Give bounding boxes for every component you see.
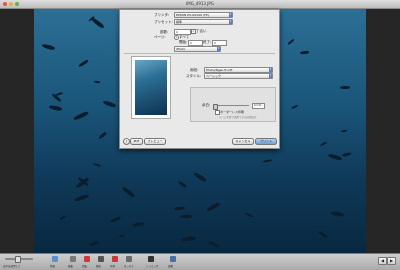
fish-silhouette (120, 185, 135, 199)
style-label: スタイル: (186, 74, 202, 78)
fish-silhouette (339, 85, 351, 89)
fish-silhouette (49, 105, 63, 112)
tool-7-label: 調整 (168, 265, 174, 268)
preset-popup[interactable]: 標準 ⇕ (174, 19, 233, 25)
chevron-updown-icon: ⇕ (229, 13, 232, 17)
divider (124, 53, 275, 54)
zoom-slider[interactable] (5, 256, 33, 263)
margin-slider-knob[interactable] (213, 103, 218, 110)
chevron-updown-icon: ⇕ (269, 74, 272, 78)
pages-to-label: 終了: (203, 40, 212, 44)
fish-silhouette (88, 239, 100, 247)
margin-slider[interactable] (213, 103, 249, 110)
printer-label: プリンタ: (154, 13, 170, 17)
fish-silhouette (299, 50, 310, 55)
fish-silhouette (330, 210, 345, 218)
chevron-updown-icon: ⇕ (269, 68, 272, 72)
fish-silhouette (263, 159, 273, 164)
tool-0-icon[interactable] (52, 256, 58, 262)
fish-silhouette (328, 153, 343, 161)
print-dialog: プリンタ: EPSON PX-G5100 (FP) ⇕ プリセット: 標準 ⇕ … (119, 9, 280, 149)
help-button[interactable]: ? (123, 138, 130, 145)
fish-silhouette (92, 162, 102, 168)
tool-6-label: トリミング (146, 265, 159, 268)
fish-silhouette (320, 141, 328, 147)
fish-silhouette (58, 215, 66, 221)
pages-label: ページ: (154, 35, 166, 39)
tool-3-label: 補正 (96, 265, 102, 268)
tool-3-icon[interactable] (98, 256, 104, 262)
left-margin (0, 9, 34, 253)
fish-silhouette (77, 59, 88, 68)
margin-field[interactable]: 0 mm (252, 103, 265, 109)
fish-silhouette (174, 206, 186, 211)
settings-panel: 余白: 0 mm ボーダーレス印刷 ページ全体で使用できる印刷設定 (190, 87, 276, 122)
page-preview (131, 56, 171, 119)
section-value: iPhoto (176, 47, 186, 51)
fish-silhouette (178, 180, 188, 189)
tool-5-icon[interactable] (126, 256, 132, 262)
zoom-label: 表示を使用して (3, 265, 21, 268)
right-margin (366, 9, 400, 253)
pdf-button[interactable]: PDF (130, 138, 143, 145)
fish-silhouette (208, 240, 221, 249)
margin-label: 余白: (202, 103, 211, 107)
fish-silhouette (245, 212, 254, 219)
fish-silhouette (93, 80, 100, 83)
fish-silhouette (341, 151, 352, 157)
preset-value: 標準 (176, 20, 183, 24)
tool-2-label: 回転 (82, 265, 88, 268)
fish-silhouette (193, 171, 208, 183)
tool-4-label: 赤目 (110, 265, 116, 268)
tool-2-icon[interactable] (84, 256, 90, 262)
cancel-button[interactable]: キャンセル (232, 138, 254, 145)
style-popup[interactable]: ベーシック ⇕ (204, 73, 273, 79)
preset-label: プリセット: (154, 20, 173, 24)
zoom-slider-knob[interactable] (15, 256, 21, 263)
collated-label: 丁合い (196, 29, 207, 33)
section-popup[interactable]: iPhoto ⇕ (174, 46, 221, 52)
fish-silhouette (317, 230, 328, 239)
fish-silhouette (205, 201, 221, 213)
fish-silhouette (110, 215, 122, 223)
fish-silhouette (119, 234, 126, 237)
preview-thumbnail (135, 60, 167, 115)
size-value: Photo/Ngan ft inft (206, 68, 233, 72)
next-button[interactable]: ▶ (387, 257, 396, 265)
fish-silhouette (290, 104, 298, 110)
pages-from-label: 開始: (179, 40, 188, 44)
bottom-toolbar: 表示を使用して 情報 編集 回転 補正 赤目 まっすぐ トリミング 調整 ◀ ▶ (0, 253, 400, 270)
fish-silhouette (179, 214, 192, 219)
fish-silhouette (180, 236, 196, 243)
tool-5-label: まっすぐ (124, 265, 134, 268)
fish-silhouette (73, 193, 90, 203)
tool-7-icon[interactable] (170, 256, 176, 262)
fish-silhouette (41, 43, 56, 51)
size-label: 用紙: (190, 68, 199, 72)
fish-silhouette (131, 222, 144, 228)
tool-4-icon[interactable] (112, 256, 118, 262)
window-titlebar: IMG_4913.JPG (0, 0, 400, 9)
tool-1-label: 編集 (68, 265, 74, 268)
printer-popup[interactable]: EPSON PX-G5100 (FP) ⇕ (174, 12, 233, 18)
chevron-updown-icon: ⇕ (217, 47, 220, 51)
printer-value: EPSON PX-G5100 (FP) (176, 13, 209, 17)
previous-button[interactable]: ◀ (378, 257, 387, 265)
print-button[interactable]: プリント (255, 138, 277, 145)
fish-silhouette (340, 129, 348, 133)
fish-silhouette (72, 110, 89, 122)
window-title: IMG_4913.JPG (186, 1, 214, 6)
settings-note: ページ全体で使用できる印刷設定 (219, 116, 257, 119)
fish-silhouette (102, 99, 116, 108)
style-value: ベーシック (206, 74, 221, 78)
tool-6-icon[interactable] (148, 256, 154, 262)
fish-silhouette (98, 130, 107, 139)
tool-0-label: 情報 (50, 265, 56, 268)
fish-silhouette (287, 39, 295, 46)
borderless-label: ボーダーレス印刷 (220, 110, 245, 114)
tool-1-icon[interactable] (70, 256, 76, 262)
chevron-updown-icon: ⇕ (229, 20, 232, 24)
preview-button[interactable]: プレビュー (144, 138, 166, 145)
